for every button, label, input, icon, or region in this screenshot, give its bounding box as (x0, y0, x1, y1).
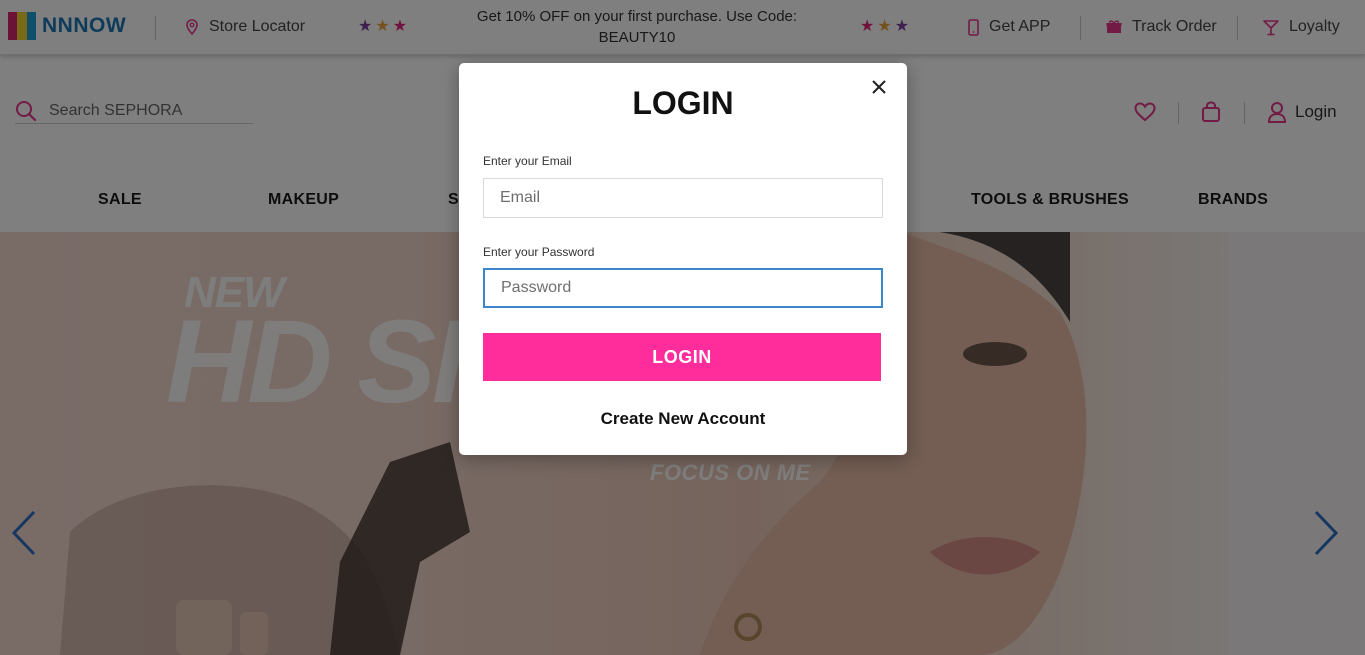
login-button[interactable]: LOGIN (483, 333, 881, 381)
email-label: Enter your Email (483, 154, 572, 168)
email-field[interactable] (483, 178, 883, 218)
password-label: Enter your Password (483, 245, 595, 259)
login-modal: LOGIN Enter your Email Enter your Passwo… (459, 63, 907, 455)
close-icon[interactable] (869, 77, 889, 97)
modal-title: LOGIN (632, 85, 734, 121)
password-field[interactable] (483, 268, 883, 308)
create-account-link[interactable]: Create New Account (459, 409, 907, 429)
